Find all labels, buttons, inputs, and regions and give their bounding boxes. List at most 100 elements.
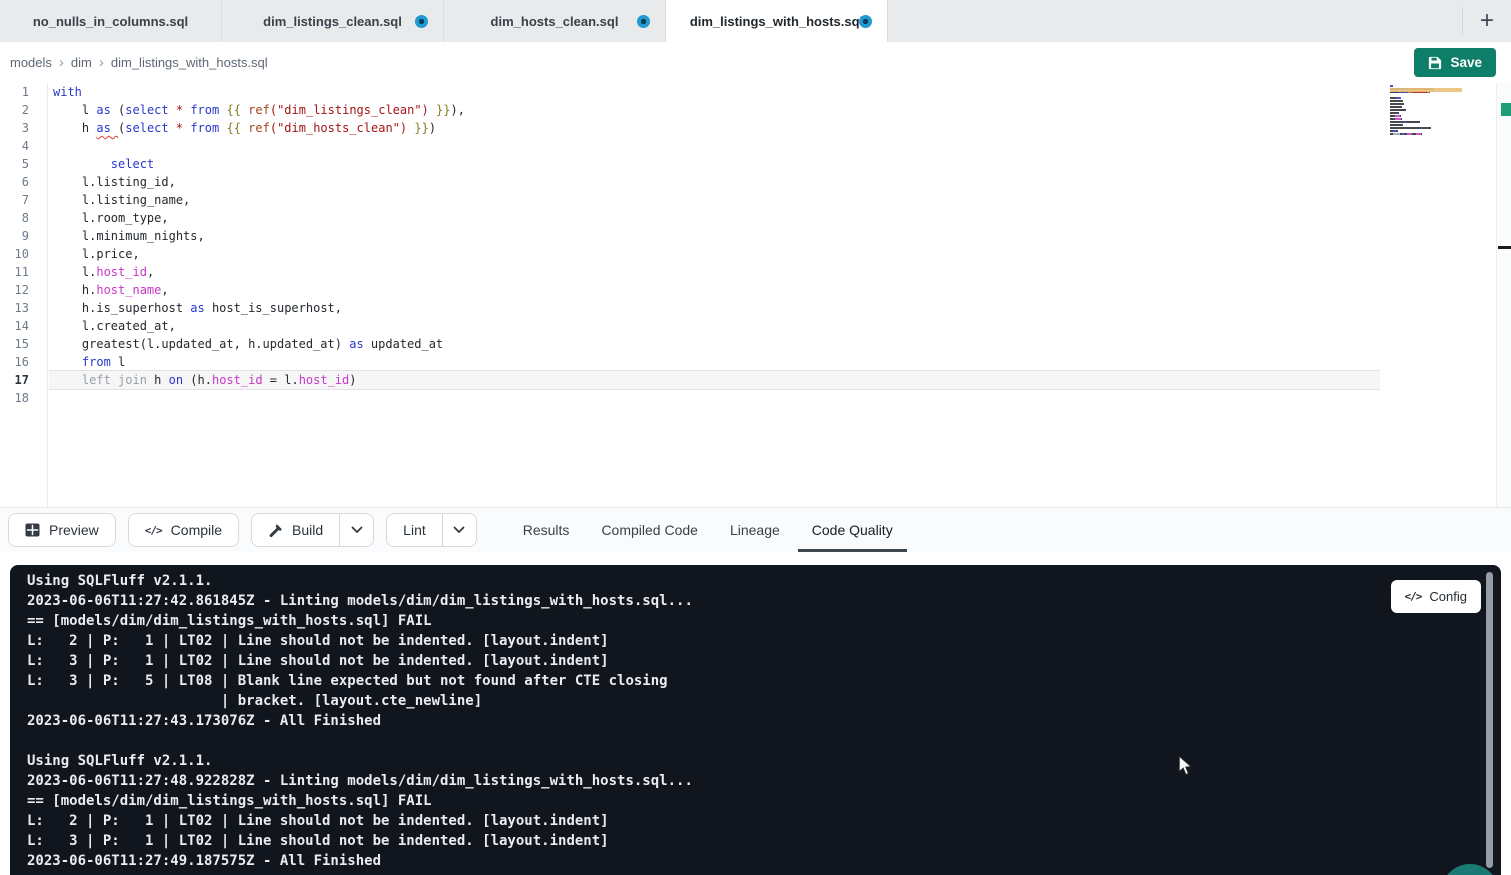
line-number: 13 (0, 299, 47, 317)
breadcrumb-item-models[interactable]: models (10, 55, 52, 70)
code-line-5[interactable]: select (49, 155, 1380, 173)
preview-button[interactable]: Preview (8, 513, 116, 547)
minimap-line (1390, 124, 1462, 126)
ide-app: no_nulls_in_columns.sqldim_listings_clea… (0, 0, 1511, 875)
terminal-line (27, 731, 1461, 751)
minimap-line (1390, 100, 1462, 102)
tab-lineage[interactable]: Lineage (730, 508, 780, 552)
line-number: 7 (0, 191, 47, 209)
chevron-down-icon (351, 526, 363, 534)
line-number: 17 (0, 371, 47, 389)
terminal-line: Using SQLFluff v2.1.1. (27, 751, 1461, 771)
unsaved-changes-icon (415, 15, 428, 28)
terminal-line: == [models/dim/dim_listings_with_hosts.s… (27, 791, 1461, 811)
code-line-15[interactable]: greatest(l.updated_at, h.updated_at) as … (49, 335, 1380, 353)
scrollbar-change-marker (1501, 103, 1511, 116)
code-line-17[interactable]: left join h on (h.host_id = l.host_id) (49, 371, 1380, 389)
new-tab-button[interactable]: + (1463, 0, 1511, 42)
file-tab-no-nulls-in-columns-sql[interactable]: no_nulls_in_columns.sql (0, 0, 222, 42)
line-number: 11 (0, 263, 47, 281)
tab-compiled-code[interactable]: Compiled Code (601, 508, 698, 552)
line-number: 2 (0, 101, 47, 119)
file-tab-bar: no_nulls_in_columns.sqldim_listings_clea… (0, 0, 1511, 42)
terminal-line: 2023-06-06T11:27:49.187575Z - All Finish… (27, 851, 1461, 871)
save-label: Save (1450, 55, 1482, 70)
line-number-gutter: 123456789101112131415161718 (0, 83, 48, 507)
minimap-line (1390, 112, 1462, 114)
minimap-line (1390, 130, 1462, 132)
breadcrumb-bar: models › dim › dim_listings_with_hosts.sql S… (0, 42, 1511, 83)
file-tab-dim-listings-with-hosts-sql[interactable]: dim_listings_with_hosts.sql (666, 0, 888, 42)
minimap-line (1390, 118, 1462, 120)
tab-code-quality[interactable]: Code Quality (812, 508, 893, 552)
minimap-highlight (1390, 88, 1462, 92)
code-line-13[interactable]: h.is_superhost as host_is_superhost, (49, 299, 1380, 317)
line-number: 18 (0, 389, 47, 407)
terminal-line: L: 2 | P: 1 | LT02 | Line should not be … (27, 811, 1461, 831)
line-number: 9 (0, 227, 47, 245)
lint-button[interactable]: Lint (387, 514, 443, 546)
code-brackets-icon: </> (145, 524, 162, 537)
line-number: 16 (0, 353, 47, 371)
tab-results[interactable]: Results (523, 508, 570, 552)
breadcrumb: models › dim › dim_listings_with_hosts.sql (10, 54, 268, 71)
minimap-line (1390, 103, 1462, 105)
terminal-line: L: 2 | P: 1 | LT02 | Line should not be … (27, 631, 1461, 651)
breadcrumb-item-dim[interactable]: dim (71, 55, 92, 70)
line-number: 1 (0, 83, 47, 101)
code-line-14[interactable]: l.created_at, (49, 317, 1380, 335)
code-line-7[interactable]: l.listing_name, (49, 191, 1380, 209)
breadcrumb-separator-icon: › (59, 54, 64, 71)
preview-label: Preview (49, 522, 99, 538)
code-line-8[interactable]: l.room_type, (49, 209, 1380, 227)
build-split-button: Build (251, 513, 374, 547)
lint-terminal-panel: Using SQLFluff v2.1.1. 2023-06-06T11:27:4… (10, 565, 1501, 875)
lint-dropdown-button[interactable] (443, 514, 476, 546)
terminal-line: L: 3 | P: 5 | LT08 | Blank line expected… (27, 671, 1461, 691)
config-button[interactable]: </> Config (1391, 580, 1481, 613)
build-dropdown-button[interactable] (340, 514, 373, 546)
tab-spacer (888, 0, 1462, 42)
build-button[interactable]: Build (252, 514, 340, 546)
terminal-line: Using SQLFluff v2.1.1. (27, 571, 1461, 591)
breadcrumb-separator-icon: › (99, 54, 104, 71)
file-tab-dim-listings-clean-sql[interactable]: dim_listings_clean.sql (222, 0, 444, 42)
line-number: 15 (0, 335, 47, 353)
terminal-output: Using SQLFluff v2.1.1. 2023-06-06T11:27:4… (27, 571, 1461, 871)
code-line-12[interactable]: h.host_name, (49, 281, 1380, 299)
code-line-11[interactable]: l.host_id, (49, 263, 1380, 281)
file-tab-list: no_nulls_in_columns.sqldim_listings_clea… (0, 0, 888, 42)
code-line-16[interactable]: from l (49, 353, 1380, 371)
code-line-1[interactable]: with (49, 83, 1380, 101)
lint-split-button: Lint (386, 513, 477, 547)
terminal-line: 2023-06-06T11:27:43.173076Z - All Finish… (27, 711, 1461, 731)
line-number: 8 (0, 209, 47, 227)
unsaved-changes-icon (637, 15, 650, 28)
editor-scrollbar[interactable] (1496, 83, 1511, 507)
file-tab-dim-hosts-clean-sql[interactable]: dim_hosts_clean.sql (444, 0, 666, 42)
code-line-6[interactable]: l.listing_id, (49, 173, 1380, 191)
lint-label: Lint (403, 522, 426, 538)
breadcrumb-item-dim-listings-with-hosts-sql[interactable]: dim_listings_with_hosts.sql (111, 55, 268, 70)
code-line-2[interactable]: l as (select * from {{ ref("dim_listings… (49, 101, 1380, 119)
code-line-4[interactable] (49, 137, 1380, 155)
line-number: 14 (0, 317, 47, 335)
minimap-line (1390, 121, 1462, 123)
compile-button[interactable]: </> Compile (128, 513, 239, 547)
floppy-disk-icon (1428, 56, 1442, 70)
compile-label: Compile (171, 522, 222, 538)
minimap-line (1390, 136, 1462, 138)
scrollbar-position-marker (1498, 246, 1511, 249)
line-number: 12 (0, 281, 47, 299)
code-line-18[interactable] (49, 389, 1380, 407)
code-line-10[interactable]: l.price, (49, 245, 1380, 263)
result-tab-list: Results Compiled Code Lineage Code Quality (523, 508, 893, 552)
save-button[interactable]: Save (1414, 48, 1496, 77)
code-line-3[interactable]: h as (select * from {{ ref("dim_hosts_cl… (49, 119, 1380, 137)
code-editor[interactable]: 123456789101112131415161718 with l as (s… (0, 83, 1511, 507)
code-line-9[interactable]: l.minimum_nights, (49, 227, 1380, 245)
terminal-scrollbar[interactable] (1486, 572, 1493, 868)
minimap[interactable] (1390, 85, 1462, 139)
line-number: 3 (0, 119, 47, 137)
build-label: Build (292, 522, 323, 538)
